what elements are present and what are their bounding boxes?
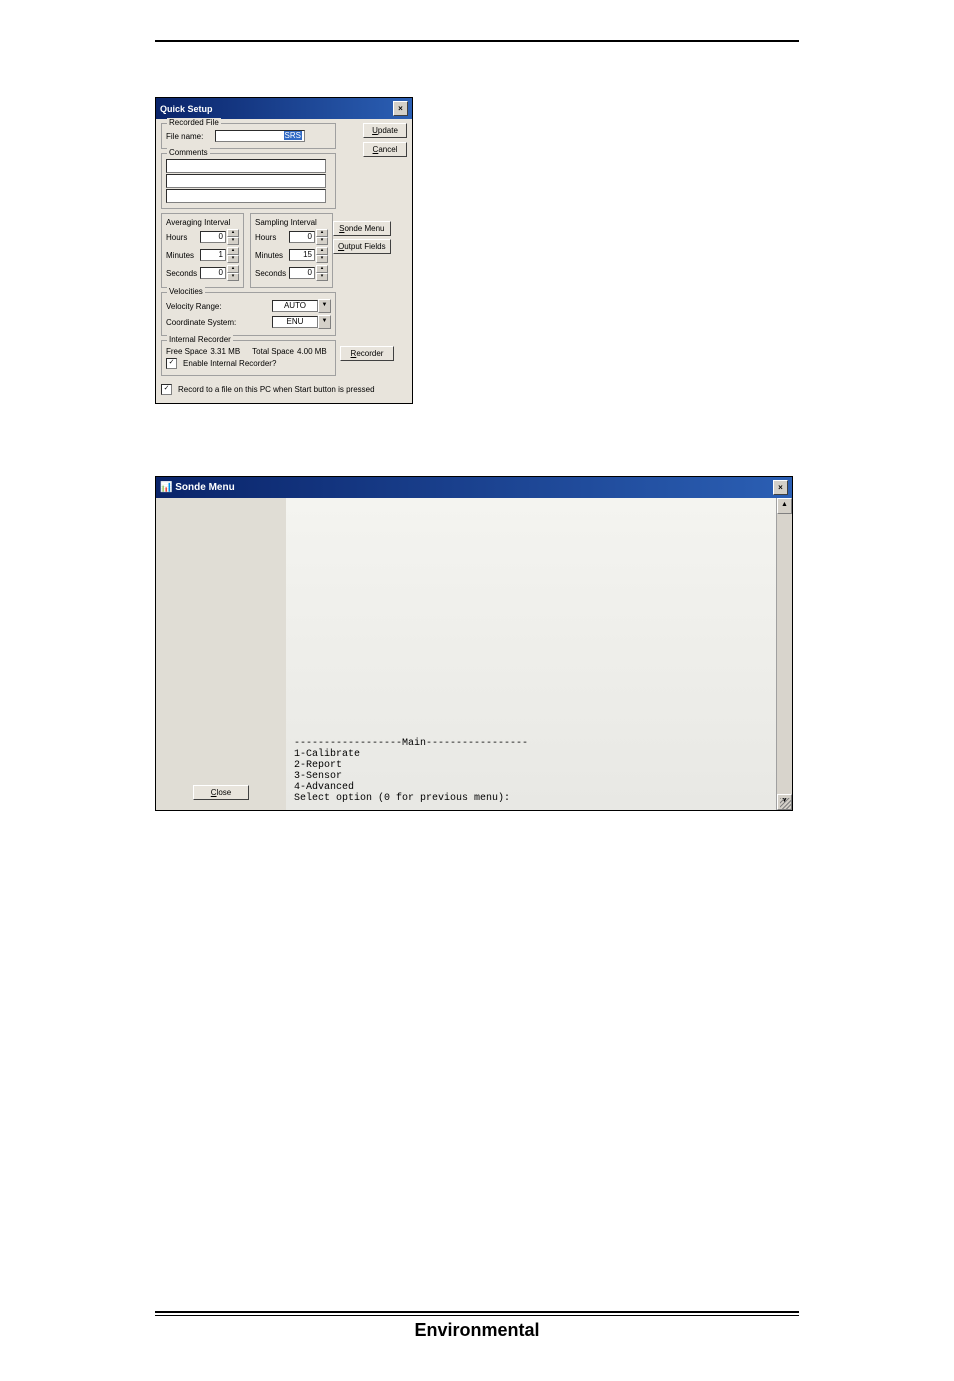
avg-seconds-input[interactable]: 0 — [200, 267, 226, 279]
free-space-value: 3.31 MB — [210, 347, 240, 356]
comments-line3[interactable] — [166, 189, 326, 203]
samp-legend: Sampling Interval — [255, 218, 317, 227]
sampling-interval-group: Sampling Interval Hours 0 ▴▾ Minutes 15 … — [250, 213, 333, 288]
avg-hours-spinner[interactable]: ▴▾ — [227, 229, 239, 245]
samp-minutes-input[interactable]: 15 — [289, 249, 315, 261]
comments-line2[interactable] — [166, 174, 326, 188]
velocity-range-label: Velocity Range: — [166, 302, 222, 311]
filename-label: File name: — [166, 132, 212, 141]
quick-setup-titlebar: Quick Setup × — [156, 98, 412, 119]
sonde-menu-titlebar: 📊 Sonde Menu × — [156, 477, 792, 498]
terminal-output[interactable]: ------------------Main----------------- … — [286, 498, 776, 810]
recorder-button[interactable]: Recorder — [340, 346, 394, 361]
avg-legend: Averaging Interval — [166, 218, 230, 227]
comments-legend: Comments — [167, 148, 210, 157]
coord-system-dropdown[interactable]: ENU ▼ — [272, 315, 331, 329]
avg-seconds-spinner[interactable]: ▴▾ — [227, 265, 239, 281]
sonde-menu-title: 📊 Sonde Menu — [160, 482, 235, 493]
avg-minutes-spinner[interactable]: ▴▾ — [227, 247, 239, 263]
total-space-value: 4.00 MB — [297, 347, 327, 356]
footer-brand: Environmental — [155, 1320, 799, 1341]
recorded-file-group: Recorded File File name: SRS — [161, 123, 336, 149]
samp-hours-input[interactable]: 0 — [289, 231, 315, 243]
vertical-scrollbar[interactable]: ▲ ▼ — [776, 498, 792, 810]
sonde-left-panel: Close — [156, 498, 286, 810]
free-space-label: Free Space — [166, 347, 207, 356]
total-space-label: Total Space — [252, 347, 294, 356]
avg-hours-label: Hours — [166, 233, 200, 242]
velocity-range-dropdown[interactable]: AUTO ▼ — [272, 299, 331, 313]
comments-line1[interactable] — [166, 159, 326, 173]
quick-setup-title: Quick Setup — [160, 104, 213, 114]
sonde-menu-window: 📊 Sonde Menu × Close ------------------M… — [155, 476, 793, 811]
internal-recorder-group: Internal Recorder Free Space 3.31 MB Tot… — [161, 340, 336, 376]
record-to-pc-label: Record to a file on this PC when Start b… — [178, 385, 375, 394]
close-button[interactable]: Close — [193, 785, 249, 800]
chevron-down-icon[interactable]: ▼ — [318, 315, 331, 329]
avg-minutes-label: Minutes — [166, 251, 200, 260]
output-fields-button[interactable]: Output Fields — [333, 239, 391, 254]
coord-system-label: Coordinate System: — [166, 318, 236, 327]
avg-hours-input[interactable]: 0 — [200, 231, 226, 243]
scroll-up-icon[interactable]: ▲ — [777, 498, 792, 514]
menu-item-report: 2-Report — [294, 760, 768, 771]
samp-seconds-label: Seconds — [255, 269, 289, 278]
resize-grip-icon[interactable] — [780, 798, 792, 810]
update-button[interactable]: Update — [363, 123, 407, 138]
samp-hours-spinner[interactable]: ▴▾ — [316, 229, 328, 245]
terminal-header: ------------------Main----------------- — [294, 738, 768, 749]
velocities-legend: Velocities — [167, 287, 205, 296]
menu-item-advanced: 4-Advanced — [294, 782, 768, 793]
menu-item-calibrate: 1-Calibrate — [294, 749, 768, 760]
samp-seconds-spinner[interactable]: ▴▾ — [316, 265, 328, 281]
sonde-menu-button[interactable]: Sonde Menu — [333, 221, 391, 236]
samp-minutes-label: Minutes — [255, 251, 289, 260]
record-to-pc-checkbox[interactable]: ✓ — [161, 384, 172, 395]
close-icon[interactable]: × — [773, 480, 788, 495]
filename-input[interactable]: SRS — [215, 130, 305, 142]
velocities-group: Velocities Velocity Range: AUTO ▼ Coordi… — [161, 292, 336, 336]
samp-seconds-input[interactable]: 0 — [289, 267, 315, 279]
samp-minutes-spinner[interactable]: ▴▾ — [316, 247, 328, 263]
enable-recorder-checkbox[interactable]: ✓ — [166, 358, 177, 369]
cancel-button[interactable]: Cancel — [363, 142, 407, 157]
internal-recorder-legend: Internal Recorder — [167, 335, 233, 344]
chevron-down-icon[interactable]: ▼ — [318, 299, 331, 313]
quick-setup-dialog: Quick Setup × Update Cancel Recorded Fil… — [155, 97, 413, 404]
averaging-interval-group: Averaging Interval Hours 0 ▴▾ Minutes 1 … — [161, 213, 244, 288]
enable-recorder-label: Enable Internal Recorder? — [183, 359, 276, 368]
samp-hours-label: Hours — [255, 233, 289, 242]
avg-seconds-label: Seconds — [166, 269, 200, 278]
avg-minutes-input[interactable]: 1 — [200, 249, 226, 261]
comments-group: Comments — [161, 153, 336, 209]
close-icon[interactable]: × — [393, 101, 408, 116]
terminal-prompt: Select option (0 for previous menu): — [294, 793, 768, 804]
recorded-file-legend: Recorded File — [167, 118, 221, 127]
menu-item-sensor: 3-Sensor — [294, 771, 768, 782]
